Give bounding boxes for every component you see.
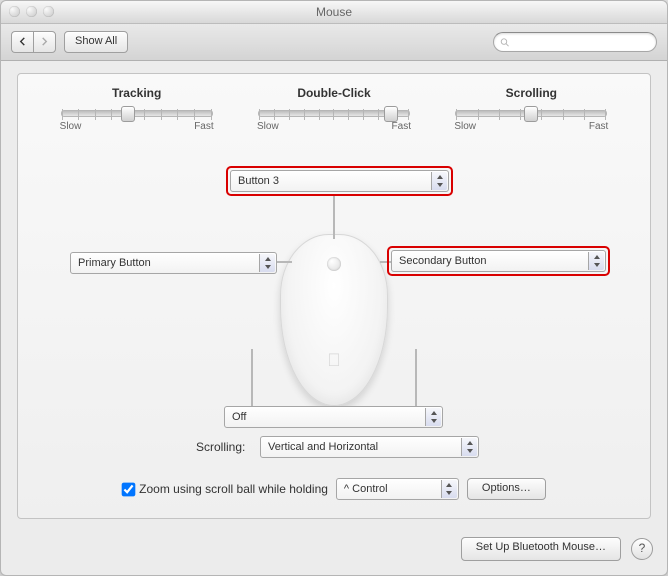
right-button-select[interactable]: Secondary Button	[391, 250, 606, 272]
stepper-icon	[431, 172, 447, 190]
left-button-value: Primary Button	[78, 257, 151, 269]
stepper-icon	[259, 254, 275, 272]
scrolling-group: Scrolling SlowFast	[446, 86, 616, 132]
squeeze-value: Off	[232, 411, 246, 423]
zoom-modifier-value: ^ Control	[344, 483, 388, 495]
scrolling-slider[interactable]	[455, 110, 607, 117]
zoom-modifier-select[interactable]: ^ Control	[336, 478, 459, 500]
stepper-icon	[588, 252, 604, 270]
titlebar: Mouse	[1, 1, 667, 24]
search-field[interactable]	[493, 32, 657, 52]
left-button-select[interactable]: Primary Button	[70, 252, 277, 274]
doubleclick-label: Double-Click	[249, 86, 419, 100]
scrolling-mode-value: Vertical and Horizontal	[268, 441, 378, 453]
scroll-ball-icon	[327, 257, 341, 271]
back-button[interactable]	[11, 31, 33, 53]
tracking-slider[interactable]	[61, 110, 213, 117]
squeeze-select[interactable]: Off	[224, 406, 443, 428]
mouse-figure: 	[274, 234, 394, 406]
button3-value: Button 3	[238, 175, 279, 187]
help-button[interactable]: ?	[631, 538, 653, 560]
zoom-options-button[interactable]: Options…	[467, 478, 546, 500]
window-title: Mouse	[1, 1, 667, 23]
secondary-highlight: Secondary Button	[387, 246, 610, 276]
apple-logo-icon: 	[327, 350, 341, 371]
search-icon	[500, 37, 510, 48]
nav-buttons	[11, 31, 56, 53]
content-pane: Tracking SlowFast Double-Click SlowFast …	[17, 73, 651, 519]
forward-button[interactable]	[33, 31, 56, 53]
doubleclick-slider[interactable]	[258, 110, 410, 117]
footer: Set Up Bluetooth Mouse… ?	[461, 537, 653, 561]
zoom-checkbox-label[interactable]: Zoom using scroll ball while holding	[122, 482, 328, 496]
doubleclick-group: Double-Click SlowFast	[249, 86, 419, 132]
stepper-icon	[425, 408, 441, 426]
button3-highlight: Button 3	[226, 166, 453, 196]
search-input[interactable]	[513, 35, 650, 49]
tracking-group: Tracking SlowFast	[52, 86, 222, 132]
button3-select[interactable]: Button 3	[230, 170, 449, 192]
scrolling-row-label: Scrolling:	[196, 440, 245, 454]
prefs-window: Mouse Show All Tracking SlowFast Do	[0, 0, 668, 576]
stepper-icon	[441, 480, 457, 498]
tracking-label: Tracking	[52, 86, 222, 100]
zoom-row: Zoom using scroll ball while holding ^ C…	[18, 478, 650, 500]
stepper-icon	[461, 438, 477, 456]
setup-bluetooth-button[interactable]: Set Up Bluetooth Mouse…	[461, 537, 621, 561]
toolbar: Show All	[1, 24, 667, 61]
scrolling-mode-select[interactable]: Vertical and Horizontal	[260, 436, 479, 458]
right-button-value: Secondary Button	[399, 255, 486, 267]
window-controls[interactable]	[9, 6, 54, 17]
zoom-checkbox[interactable]	[122, 482, 136, 496]
show-all-button[interactable]: Show All	[64, 31, 128, 53]
scrolling-label: Scrolling	[446, 86, 616, 100]
